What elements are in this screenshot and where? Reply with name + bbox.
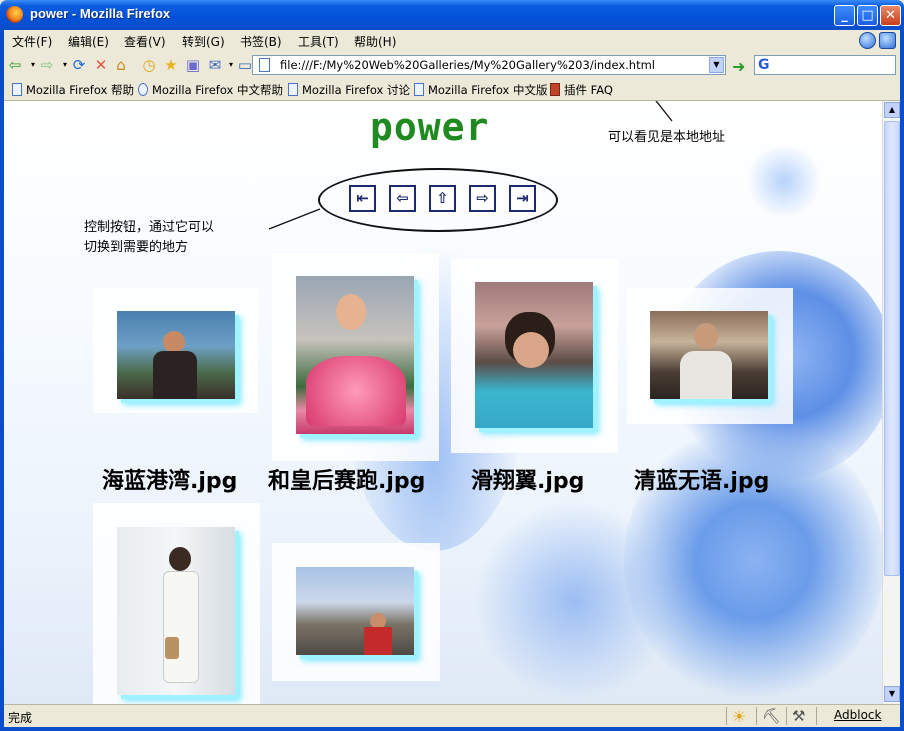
bookmark-item[interactable]: Mozilla Firefox 中文帮助: [138, 82, 283, 98]
connection-icon[interactable]: ⛏: [762, 707, 781, 725]
forward-icon[interactable]: ⇨: [38, 56, 56, 74]
last-icon[interactable]: ⇥: [509, 185, 536, 212]
menu-help[interactable]: 帮助(H): [354, 33, 396, 50]
page-content: power 可以看见是本地地址 ⇤ ⇦ ⇧ ⇨ ⇥ 控制按钮，通过它可以 切换到…: [4, 101, 882, 704]
minimize-button[interactable]: _: [834, 5, 855, 26]
go-icon[interactable]: ➜: [732, 57, 745, 76]
extension-icon[interactable]: [879, 32, 896, 49]
title-bar[interactable]: power - Mozilla Firefox _ □ ✕: [0, 0, 904, 30]
plugin-status-icon[interactable]: ⚒: [792, 707, 805, 725]
nav-annotation-text: 控制按钮，通过它可以 切换到需要的地方: [84, 220, 215, 255]
window-title: power - Mozilla Firefox: [30, 6, 171, 21]
status-text: 完成: [8, 711, 33, 725]
print-icon[interactable]: ▣: [184, 56, 202, 74]
status-divider: [726, 707, 727, 725]
bookmark-page-icon: [288, 83, 298, 96]
menu-bookmarks[interactable]: 书签(B): [240, 33, 282, 50]
scroll-up-icon[interactable]: ▲: [884, 102, 900, 118]
bookmark-item[interactable]: Mozilla Firefox 讨论: [288, 82, 410, 98]
sun-icon[interactable]: ☀: [732, 707, 746, 726]
history-icon[interactable]: ◷: [140, 56, 158, 74]
thumbnail-photo-4[interactable]: [650, 311, 768, 399]
throbber-icon: [859, 32, 876, 49]
vertical-scrollbar[interactable]: ▲ ▼: [882, 101, 900, 704]
thumbnail-photo-2[interactable]: [296, 276, 414, 434]
maximize-button[interactable]: □: [857, 5, 878, 26]
menu-edit[interactable]: 编辑(E): [68, 33, 109, 50]
caption: 海蓝港湾.jpg: [102, 469, 238, 494]
back-icon[interactable]: ⇦: [6, 56, 24, 74]
url-callout-line: [655, 101, 673, 122]
url-annotation-text: 可以看见是本地地址: [608, 130, 726, 145]
bookmark-page-icon: [12, 83, 22, 96]
thumbnail-photo-5[interactable]: [117, 527, 235, 695]
status-bar: 完成 ☀ ⛏ ⚒ Adblock: [4, 704, 900, 728]
bookmark-globe-icon: [138, 83, 148, 96]
home-up-icon[interactable]: ⇧: [429, 185, 456, 212]
nav-callout-line: [268, 208, 321, 230]
address-url[interactable]: file:///F:/My%20Web%20Galleries/My%20Gal…: [280, 58, 655, 72]
next-icon[interactable]: ⇨: [469, 185, 496, 212]
menu-file[interactable]: 文件(F): [12, 33, 52, 50]
menu-tools[interactable]: 工具(T): [298, 33, 339, 50]
thumbnail-photo-3[interactable]: [475, 282, 593, 428]
scroll-down-icon[interactable]: ▼: [884, 686, 900, 702]
reload-icon[interactable]: ⟳: [70, 56, 88, 74]
bookmark-star-icon[interactable]: ★: [162, 56, 180, 74]
scrollbar-thumb[interactable]: [884, 121, 900, 576]
address-dropdown-icon[interactable]: ▼: [709, 57, 724, 73]
menu-view[interactable]: 查看(V): [124, 33, 166, 50]
stop-icon[interactable]: ✕: [92, 56, 110, 74]
close-button[interactable]: ✕: [880, 5, 901, 26]
search-engine-icon[interactable]: G: [758, 57, 770, 73]
bookmark-item[interactable]: Mozilla Firefox 帮助: [12, 82, 134, 98]
thumbnail-photo-1[interactable]: [117, 311, 235, 399]
home-icon[interactable]: ⌂: [112, 56, 130, 74]
page-icon: [259, 58, 270, 72]
first-icon[interactable]: ⇤: [349, 185, 376, 212]
search-input[interactable]: G: [754, 55, 896, 75]
bookmark-item[interactable]: 插件 FAQ: [550, 82, 613, 98]
bookmark-item[interactable]: Mozilla Firefox 中文版: [414, 82, 548, 98]
caption: 清蓝无语.jpg: [634, 469, 770, 494]
bookmarks-toolbar: Mozilla Firefox 帮助 Mozilla Firefox 中文帮助 …: [4, 78, 900, 101]
address-bar[interactable]: file:///F:/My%20Web%20Galleries/My%20Gal…: [252, 55, 726, 75]
plugin-icon: [550, 83, 560, 96]
status-divider: [786, 707, 787, 725]
previous-icon[interactable]: ⇦: [389, 185, 416, 212]
firefox-logo-icon: [6, 6, 23, 23]
status-divider: [756, 707, 757, 725]
menu-go[interactable]: 转到(G): [182, 33, 225, 50]
adblock-link[interactable]: Adblock: [834, 708, 881, 722]
caption: 滑翔翼.jpg: [471, 469, 585, 494]
caption: 和皇后赛跑.jpg: [268, 469, 426, 494]
thumbnail-photo-6[interactable]: [296, 567, 414, 655]
status-divider: [816, 707, 817, 725]
menu-bar: 文件(F) 编辑(E) 查看(V) 转到(G) 书签(B) 工具(T) 帮助(H…: [4, 30, 900, 52]
bookmark-page-icon: [414, 83, 424, 96]
